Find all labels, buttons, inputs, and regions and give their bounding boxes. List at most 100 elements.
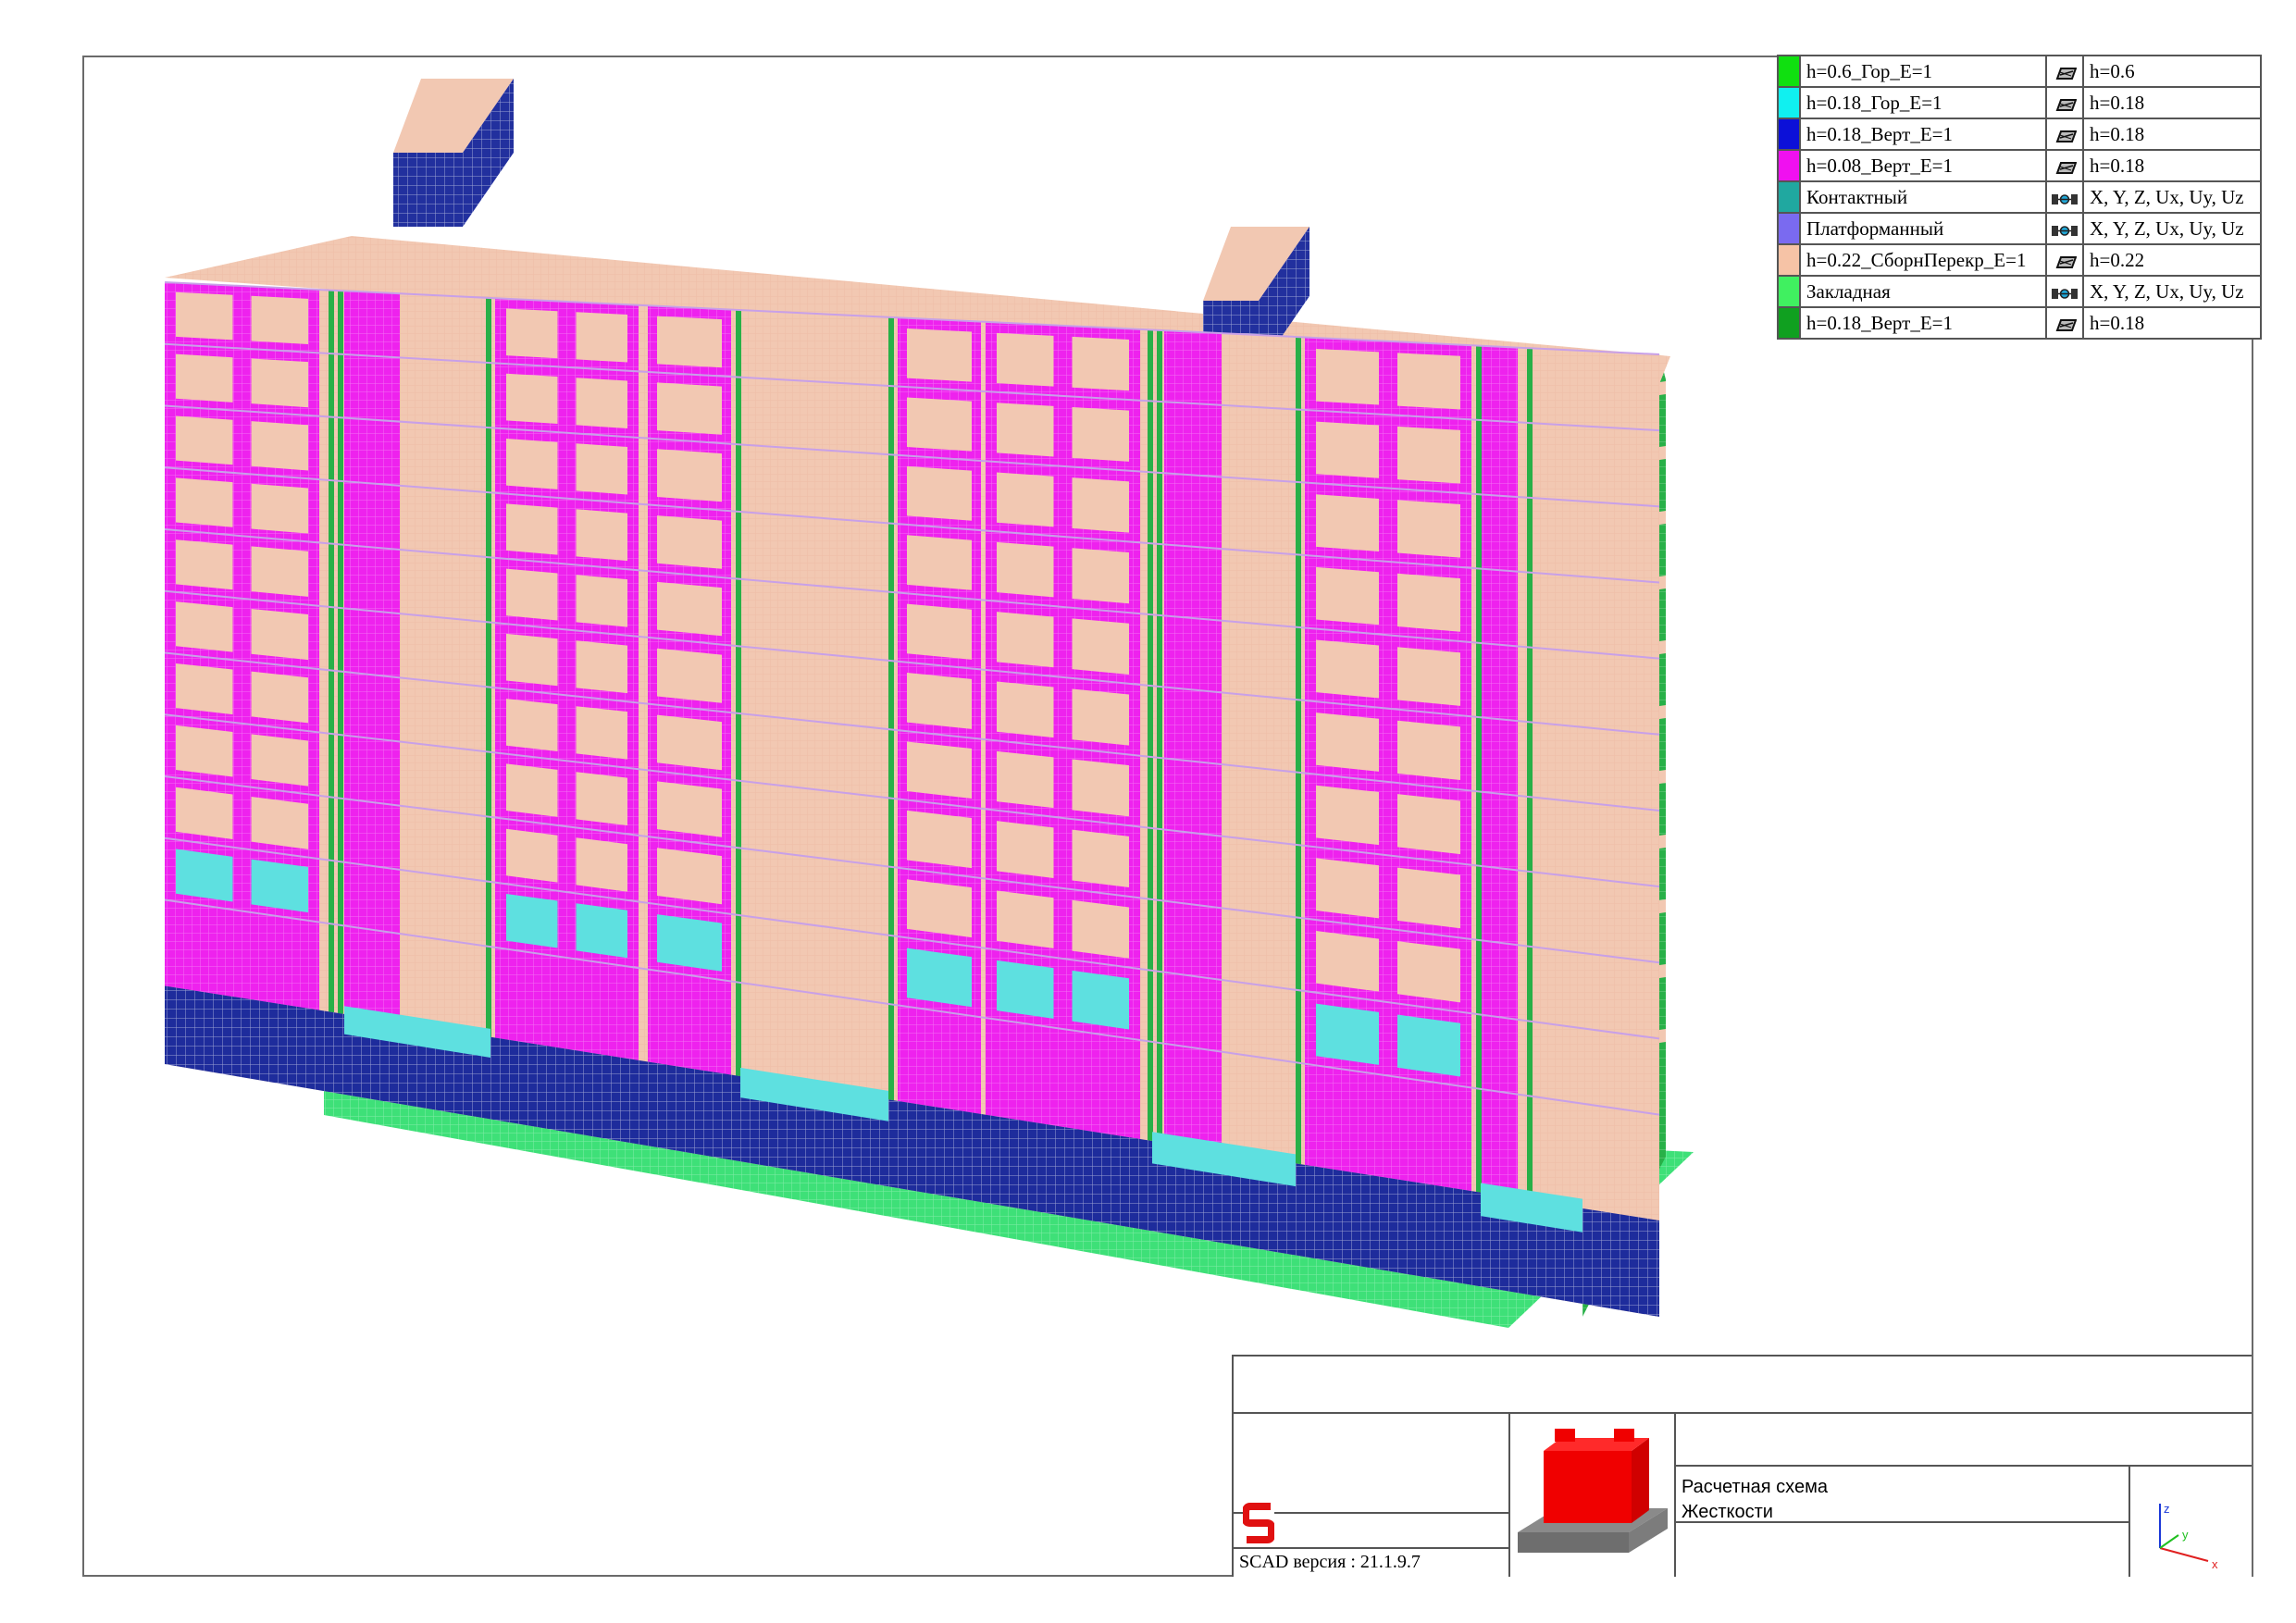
window [997,681,1054,738]
legend-value: X, Y, Z, Ux, Uy, Uz [2082,212,2262,245]
legend-row: Закладная X, Y, Z, Ux, Uy, Uz [1777,275,2262,308]
window [657,914,722,972]
loggia-mesh [350,436,394,474]
window [506,308,558,359]
legend-swatch [1777,149,1801,182]
window [1072,407,1129,462]
window [1072,829,1129,888]
window [1072,759,1129,817]
loggia-mesh [1170,422,1216,464]
window [907,328,972,382]
legend-row: Контактный X, Y, Z, Ux, Uy, Uz [1777,180,2262,214]
legend-row: h=0.22_СборнПерекр_E=1 h=0.22 [1777,243,2262,277]
window [251,609,308,661]
loggia-mesh [1486,440,1512,483]
window [1316,858,1379,919]
loggia-mesh [350,626,394,665]
legend-name: h=0.18_Верт_E=1 [1799,118,2047,151]
stair-shaft-left-mesh [393,153,463,227]
legend-name: Платформанный [1799,212,2047,245]
loggia-mesh [350,563,394,601]
window [907,673,972,729]
window [506,439,558,489]
window [997,890,1054,948]
window [176,353,233,403]
window [1397,500,1460,558]
window [1316,349,1379,405]
window [907,810,972,869]
stiffness-legend: h=0.6_Гор_E=1 h=0.6 h=0.18_Гор_E=1 h=0.18 h=… [1777,55,2262,340]
axis-x-label: x [2212,1557,2218,1571]
window [576,772,627,826]
window [1397,353,1460,410]
window [997,541,1054,598]
window [657,316,722,368]
window [1316,421,1379,478]
window [176,787,233,840]
panel-joint [888,316,894,1101]
window [657,714,722,771]
legend-row: h=0.6_Гор_E=1 h=0.6 [1777,55,2262,88]
window [1072,336,1129,391]
window [176,477,233,527]
window [176,663,233,715]
plate-icon [2045,86,2084,119]
loggia-mesh [1170,636,1216,678]
link-icon [2045,180,2084,214]
window [576,443,627,495]
loggia-mesh [1170,778,1216,823]
window [657,515,722,569]
loggia-mesh [1486,663,1512,707]
window [251,483,308,534]
window [907,397,972,452]
window [1072,688,1129,746]
window [997,472,1054,527]
window [997,612,1054,668]
window [1397,941,1460,1003]
window [1397,573,1460,632]
loggia-mesh [1170,921,1216,966]
loggia-mesh [350,753,394,793]
axis-y-label: y [2182,1528,2189,1542]
link-icon [2045,275,2084,308]
loggia-mesh [1486,366,1512,408]
loggia-mesh [1486,589,1512,632]
legend-row: Платформанный X, Y, Z, Ux, Uy, Uz [1777,212,2262,245]
window [997,403,1054,457]
window [1316,930,1379,992]
window [1072,548,1129,604]
legend-swatch [1777,55,1801,88]
legend-name: h=0.18_Верт_E=1 [1799,306,2047,340]
panel-joint [1476,345,1482,1193]
window [997,960,1054,1019]
window [506,763,558,817]
window [1316,712,1379,772]
window [997,332,1054,387]
loggia-mesh [1486,515,1512,557]
window [657,382,722,435]
loggia-mesh [350,499,394,538]
panel-joint [1527,348,1533,1201]
window [907,948,972,1008]
window [1316,639,1379,699]
window [251,796,308,849]
panel-joint [1296,337,1301,1165]
loggia-mesh [350,880,394,921]
window [1397,1014,1460,1077]
window [506,893,558,948]
panel-joint [338,291,343,1014]
window [907,465,972,521]
loggia-mesh [1170,350,1216,391]
legend-value: X, Y, Z, Ux, Uy, Uz [2082,275,2262,308]
legend-swatch [1777,306,1801,340]
scad-version: SCAD версия : 21.1.9.7 [1239,1552,1421,1572]
plate-icon [2045,243,2084,277]
legend-value: h=0.18 [2082,118,2262,151]
window [1072,618,1129,675]
window [251,734,308,787]
window [176,415,233,465]
window [251,671,308,724]
window [997,821,1054,878]
legend-name: h=0.22_СборнПерекр_E=1 [1799,243,2047,277]
legend-row: h=0.18_Верт_E=1 h=0.18 [1777,306,2262,340]
